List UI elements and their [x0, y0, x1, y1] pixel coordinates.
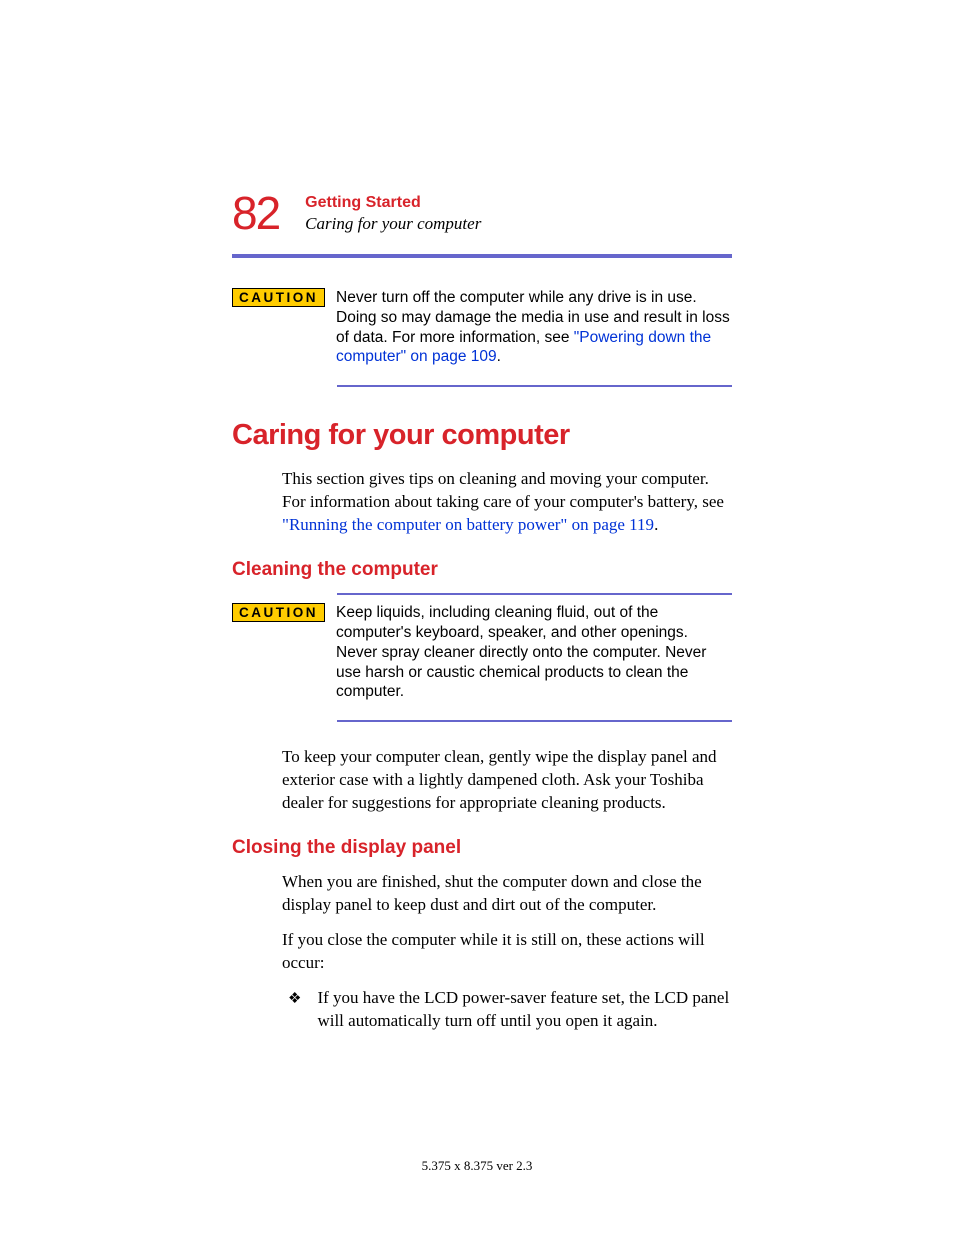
intro-suffix: .: [654, 515, 658, 534]
bullet-icon: ❖: [288, 987, 301, 1033]
caution-rule-2: [337, 720, 732, 722]
caution-1-suffix: .: [497, 348, 501, 365]
section-subtitle: Caring for your computer: [305, 214, 481, 234]
closing-paragraph-1: When you are finished, shut the computer…: [282, 871, 732, 917]
cleaning-paragraph: To keep your computer clean, gently wipe…: [282, 746, 732, 815]
header-rule: [232, 254, 732, 258]
page-header: 82 Getting Started Caring for your compu…: [232, 190, 732, 236]
closing-paragraph-2: If you close the computer while it is st…: [282, 929, 732, 975]
caution-block-2: CAUTION Keep liquids, including cleaning…: [232, 603, 732, 702]
caution-rule-top-2: [337, 593, 732, 595]
link-battery-power[interactable]: "Running the computer on battery power" …: [282, 515, 654, 534]
heading-caring: Caring for your computer: [232, 419, 732, 452]
heading-closing: Closing the display panel: [232, 837, 732, 859]
heading-cleaning: Cleaning the computer: [232, 559, 732, 581]
bullet-text-1: If you have the LCD power-saver feature …: [317, 987, 732, 1033]
intro-prefix: This section gives tips on cleaning and …: [282, 469, 724, 511]
chapter-title: Getting Started: [305, 194, 481, 212]
caution-block-1: CAUTION Never turn off the computer whil…: [232, 288, 732, 367]
bullet-item-1: ❖ If you have the LCD power-saver featur…: [282, 987, 732, 1033]
caution-rule-1: [337, 385, 732, 387]
caution-label-2: CAUTION: [232, 603, 325, 622]
page-number: 82: [232, 190, 279, 236]
page-footer: 5.375 x 8.375 ver 2.3: [0, 1158, 954, 1174]
intro-paragraph: This section gives tips on cleaning and …: [282, 468, 732, 537]
caution-text-1: Never turn off the computer while any dr…: [336, 288, 732, 367]
caution-text-2: Keep liquids, including cleaning fluid, …: [336, 603, 732, 702]
caution-label: CAUTION: [232, 288, 325, 307]
